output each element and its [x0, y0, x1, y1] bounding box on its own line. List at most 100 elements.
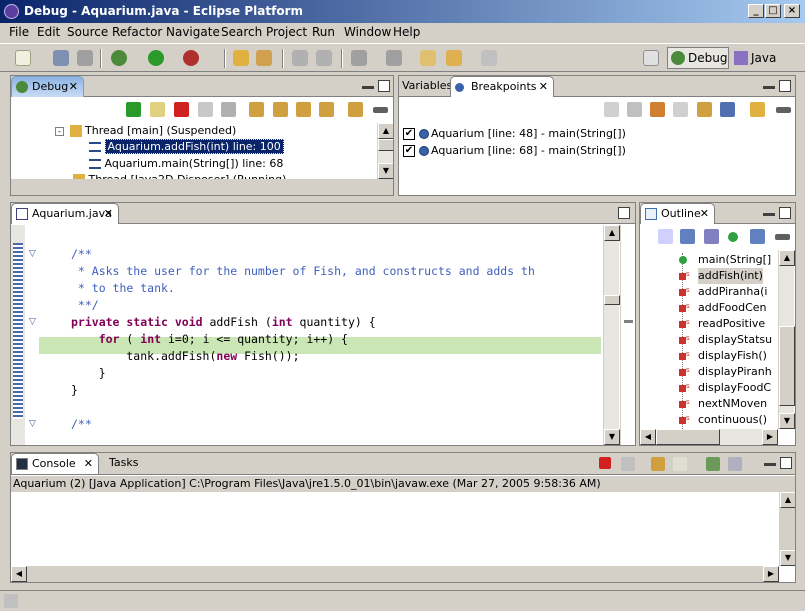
tab-outline[interactable]: Outline ✕: [640, 203, 715, 224]
prev-annotation-icon[interactable]: [386, 50, 402, 66]
tab-variables[interactable]: Variables: [399, 76, 452, 97]
collapse-icon[interactable]: -: [55, 127, 64, 136]
search-icon[interactable]: [256, 50, 272, 66]
close-icon[interactable]: ✕: [539, 77, 548, 97]
code-line-6[interactable]: for ( int i=0; i <= quantity; i++) {: [71, 331, 348, 348]
close-icon[interactable]: ✕: [104, 204, 113, 224]
scroll-thumb[interactable]: [378, 139, 393, 151]
back-icon[interactable]: [446, 50, 462, 66]
disconnect-icon[interactable]: [198, 102, 213, 117]
perspective-java[interactable]: Java: [730, 47, 778, 69]
use-step-filters-icon[interactable]: [348, 102, 363, 117]
scroll-left-icon[interactable]: ◀: [11, 566, 27, 582]
console-hscrollbar[interactable]: ◀ ▶: [11, 566, 779, 582]
fold-icon[interactable]: ▽: [29, 419, 36, 429]
scroll-left-icon[interactable]: ◀: [640, 429, 656, 445]
toggle-icon[interactable]: [316, 50, 332, 66]
menu-file[interactable]: File: [9, 25, 29, 39]
run-icon[interactable]: [148, 50, 164, 66]
open-type-icon[interactable]: [233, 50, 249, 66]
menu-navigate[interactable]: Navigate: [166, 25, 220, 39]
minimize-view-icon[interactable]: [763, 86, 775, 89]
link-icon[interactable]: [720, 102, 735, 117]
new-icon[interactable]: [15, 50, 31, 66]
save-icon[interactable]: [53, 50, 69, 66]
open-perspective-icon[interactable]: [643, 50, 659, 66]
exception-breakpoint-icon[interactable]: [750, 102, 765, 117]
breakpoint-checkbox[interactable]: ✔: [403, 145, 415, 157]
tab-debug[interactable]: Debug ✕: [11, 76, 84, 97]
outline-item[interactable]: s displayStatsu: [679, 332, 772, 348]
suspend-icon[interactable]: [150, 102, 165, 117]
menu-source[interactable]: Source: [67, 25, 108, 39]
code-line-4[interactable]: **/: [71, 297, 99, 314]
tab-breakpoints[interactable]: Breakpoints ✕: [450, 76, 554, 97]
view-menu-icon[interactable]: [775, 234, 790, 240]
display-console-icon[interactable]: [728, 457, 742, 471]
last-edit-icon[interactable]: [420, 50, 436, 66]
close-icon[interactable]: ✕: [700, 204, 709, 224]
tab-tasks[interactable]: Tasks: [99, 453, 149, 474]
close-button[interactable]: ×: [784, 4, 800, 18]
remove-all-icon[interactable]: [627, 102, 642, 117]
go-to-file-icon[interactable]: [673, 102, 688, 117]
fold-icon[interactable]: ▽: [29, 317, 36, 327]
maximize-button[interactable]: □: [765, 4, 781, 18]
maximize-view-icon[interactable]: [780, 457, 792, 469]
scroll-down-icon[interactable]: ▼: [378, 163, 393, 179]
outline-item[interactable]: s addFish(int): [679, 268, 763, 284]
breakpoint-row[interactable]: ✔ Aquarium [line: 68] - main(String[]): [403, 143, 626, 159]
console-scrollbar[interactable]: ▲ ▼: [779, 492, 795, 566]
breakpoint-row[interactable]: ✔ Aquarium [line: 48] - main(String[]): [403, 126, 626, 142]
minimize-view-icon[interactable]: [763, 213, 775, 216]
maximize-view-icon[interactable]: [378, 80, 390, 92]
breakpoint-checkbox[interactable]: ✔: [403, 128, 415, 140]
remove-launch-icon[interactable]: [621, 457, 635, 471]
scroll-down-icon[interactable]: ▼: [779, 413, 795, 429]
code-line-3[interactable]: * to the tank.: [71, 280, 175, 297]
debug-icon[interactable]: [111, 50, 127, 66]
code-line-1[interactable]: /**: [71, 246, 92, 263]
scroll-thumb[interactable]: [656, 429, 720, 445]
code-line-7[interactable]: tank.addFish(new Fish());: [71, 348, 299, 365]
code-line-8[interactable]: }: [71, 365, 106, 382]
remove-terminated-icon[interactable]: [221, 102, 236, 117]
scroll-down-icon[interactable]: ▼: [780, 550, 795, 566]
outline-item[interactable]: s displayPiranh: [679, 364, 772, 380]
minimize-view-icon[interactable]: [764, 463, 776, 466]
pin-console-icon[interactable]: [706, 457, 720, 471]
outline-item[interactable]: main(String[]: [679, 252, 771, 268]
sort-icon[interactable]: [658, 229, 673, 244]
resume-icon[interactable]: [126, 102, 141, 117]
clear-console-icon[interactable]: [673, 457, 687, 471]
outline-item[interactable]: s addPiranha(i: [679, 284, 767, 300]
terminate-icon[interactable]: [599, 457, 611, 469]
menu-window[interactable]: Window: [344, 25, 391, 39]
tree-frame-main[interactable]: Aquarium.main(String[]) line: 68: [89, 157, 283, 170]
outline-item[interactable]: s displayFish(): [679, 348, 767, 364]
scroll-right-icon[interactable]: ▶: [763, 566, 779, 582]
view-menu-icon[interactable]: [373, 107, 388, 113]
overview-marker[interactable]: [624, 320, 633, 323]
outline-item[interactable]: s readPositive: [679, 316, 765, 332]
tab-aquarium-java[interactable]: Aquarium.java ✕: [11, 203, 119, 224]
hide-fields-icon[interactable]: [680, 229, 695, 244]
maximize-view-icon[interactable]: [779, 207, 791, 219]
show-supported-icon[interactable]: [650, 102, 665, 117]
tree-thread-main[interactable]: - Thread [main] (Suspended): [55, 124, 236, 137]
skip-all-icon[interactable]: [697, 102, 712, 117]
code-line-9[interactable]: }: [71, 382, 78, 399]
hide-static-icon[interactable]: [704, 229, 719, 244]
outline-item[interactable]: s nextNMoven: [679, 396, 767, 412]
scroll-up-icon[interactable]: ▲: [780, 492, 795, 508]
print-icon[interactable]: [77, 50, 93, 66]
scroll-down-icon[interactable]: ▼: [604, 429, 620, 445]
code-line-2[interactable]: * Asks the user for the number of Fish, …: [71, 263, 535, 280]
close-icon[interactable]: ✕: [84, 454, 93, 474]
menu-refactor[interactable]: Refactor: [112, 25, 162, 39]
remove-breakpoint-icon[interactable]: [604, 102, 619, 117]
code-line-5[interactable]: private static void addFish (int quantit…: [71, 314, 376, 331]
maximize-view-icon[interactable]: [618, 207, 630, 219]
step-into-icon[interactable]: [249, 102, 264, 117]
scroll-lock-icon[interactable]: [651, 457, 665, 471]
